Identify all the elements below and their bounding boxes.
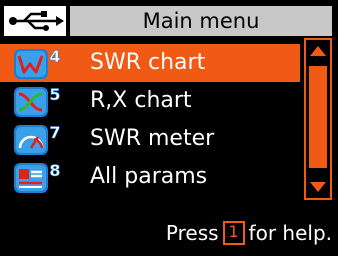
swr-chart-icon: 4 (14, 47, 61, 79)
help-key-badge: 1 (222, 220, 245, 245)
menu-item-badge: 7 (49, 123, 60, 142)
help-hint: Press 1 for help. (166, 218, 332, 248)
menu-item-label: SWR meter (90, 126, 215, 151)
help-hint-suffix: for help. (248, 221, 332, 245)
page-title: Main menu (70, 6, 332, 36)
menu-item-swr-chart[interactable]: 4 SWR chart (0, 44, 300, 82)
scroll-down-arrow-icon[interactable] (310, 182, 326, 192)
scrollbar[interactable] (304, 38, 332, 200)
usb-icon (9, 11, 64, 31)
menu-item-all-params[interactable]: 8 All params (0, 158, 300, 196)
usb-indicator (4, 6, 66, 36)
menu-item-swr-meter[interactable]: 7 SWR meter (0, 120, 300, 158)
menu-item-badge: 4 (49, 47, 60, 66)
device-screen: Main menu 4 SWR chart 5 R,X chart 7 SWR … (0, 0, 338, 256)
menu-item-label: SWR chart (90, 50, 206, 75)
help-hint-prefix: Press (165, 221, 219, 245)
menu-item-label: R,X chart (90, 88, 192, 113)
all-params-icon: 8 (14, 161, 61, 193)
rx-chart-icon: 5 (14, 85, 61, 117)
scroll-up-arrow-icon[interactable] (310, 46, 326, 56)
menu-item-badge: 8 (49, 161, 60, 180)
menu-item-rx-chart[interactable]: 5 R,X chart (0, 82, 300, 120)
swr-meter-icon: 7 (14, 123, 61, 155)
scroll-thumb[interactable] (309, 66, 327, 168)
menu-item-label: All params (90, 164, 208, 189)
menu-item-badge: 5 (49, 85, 60, 104)
